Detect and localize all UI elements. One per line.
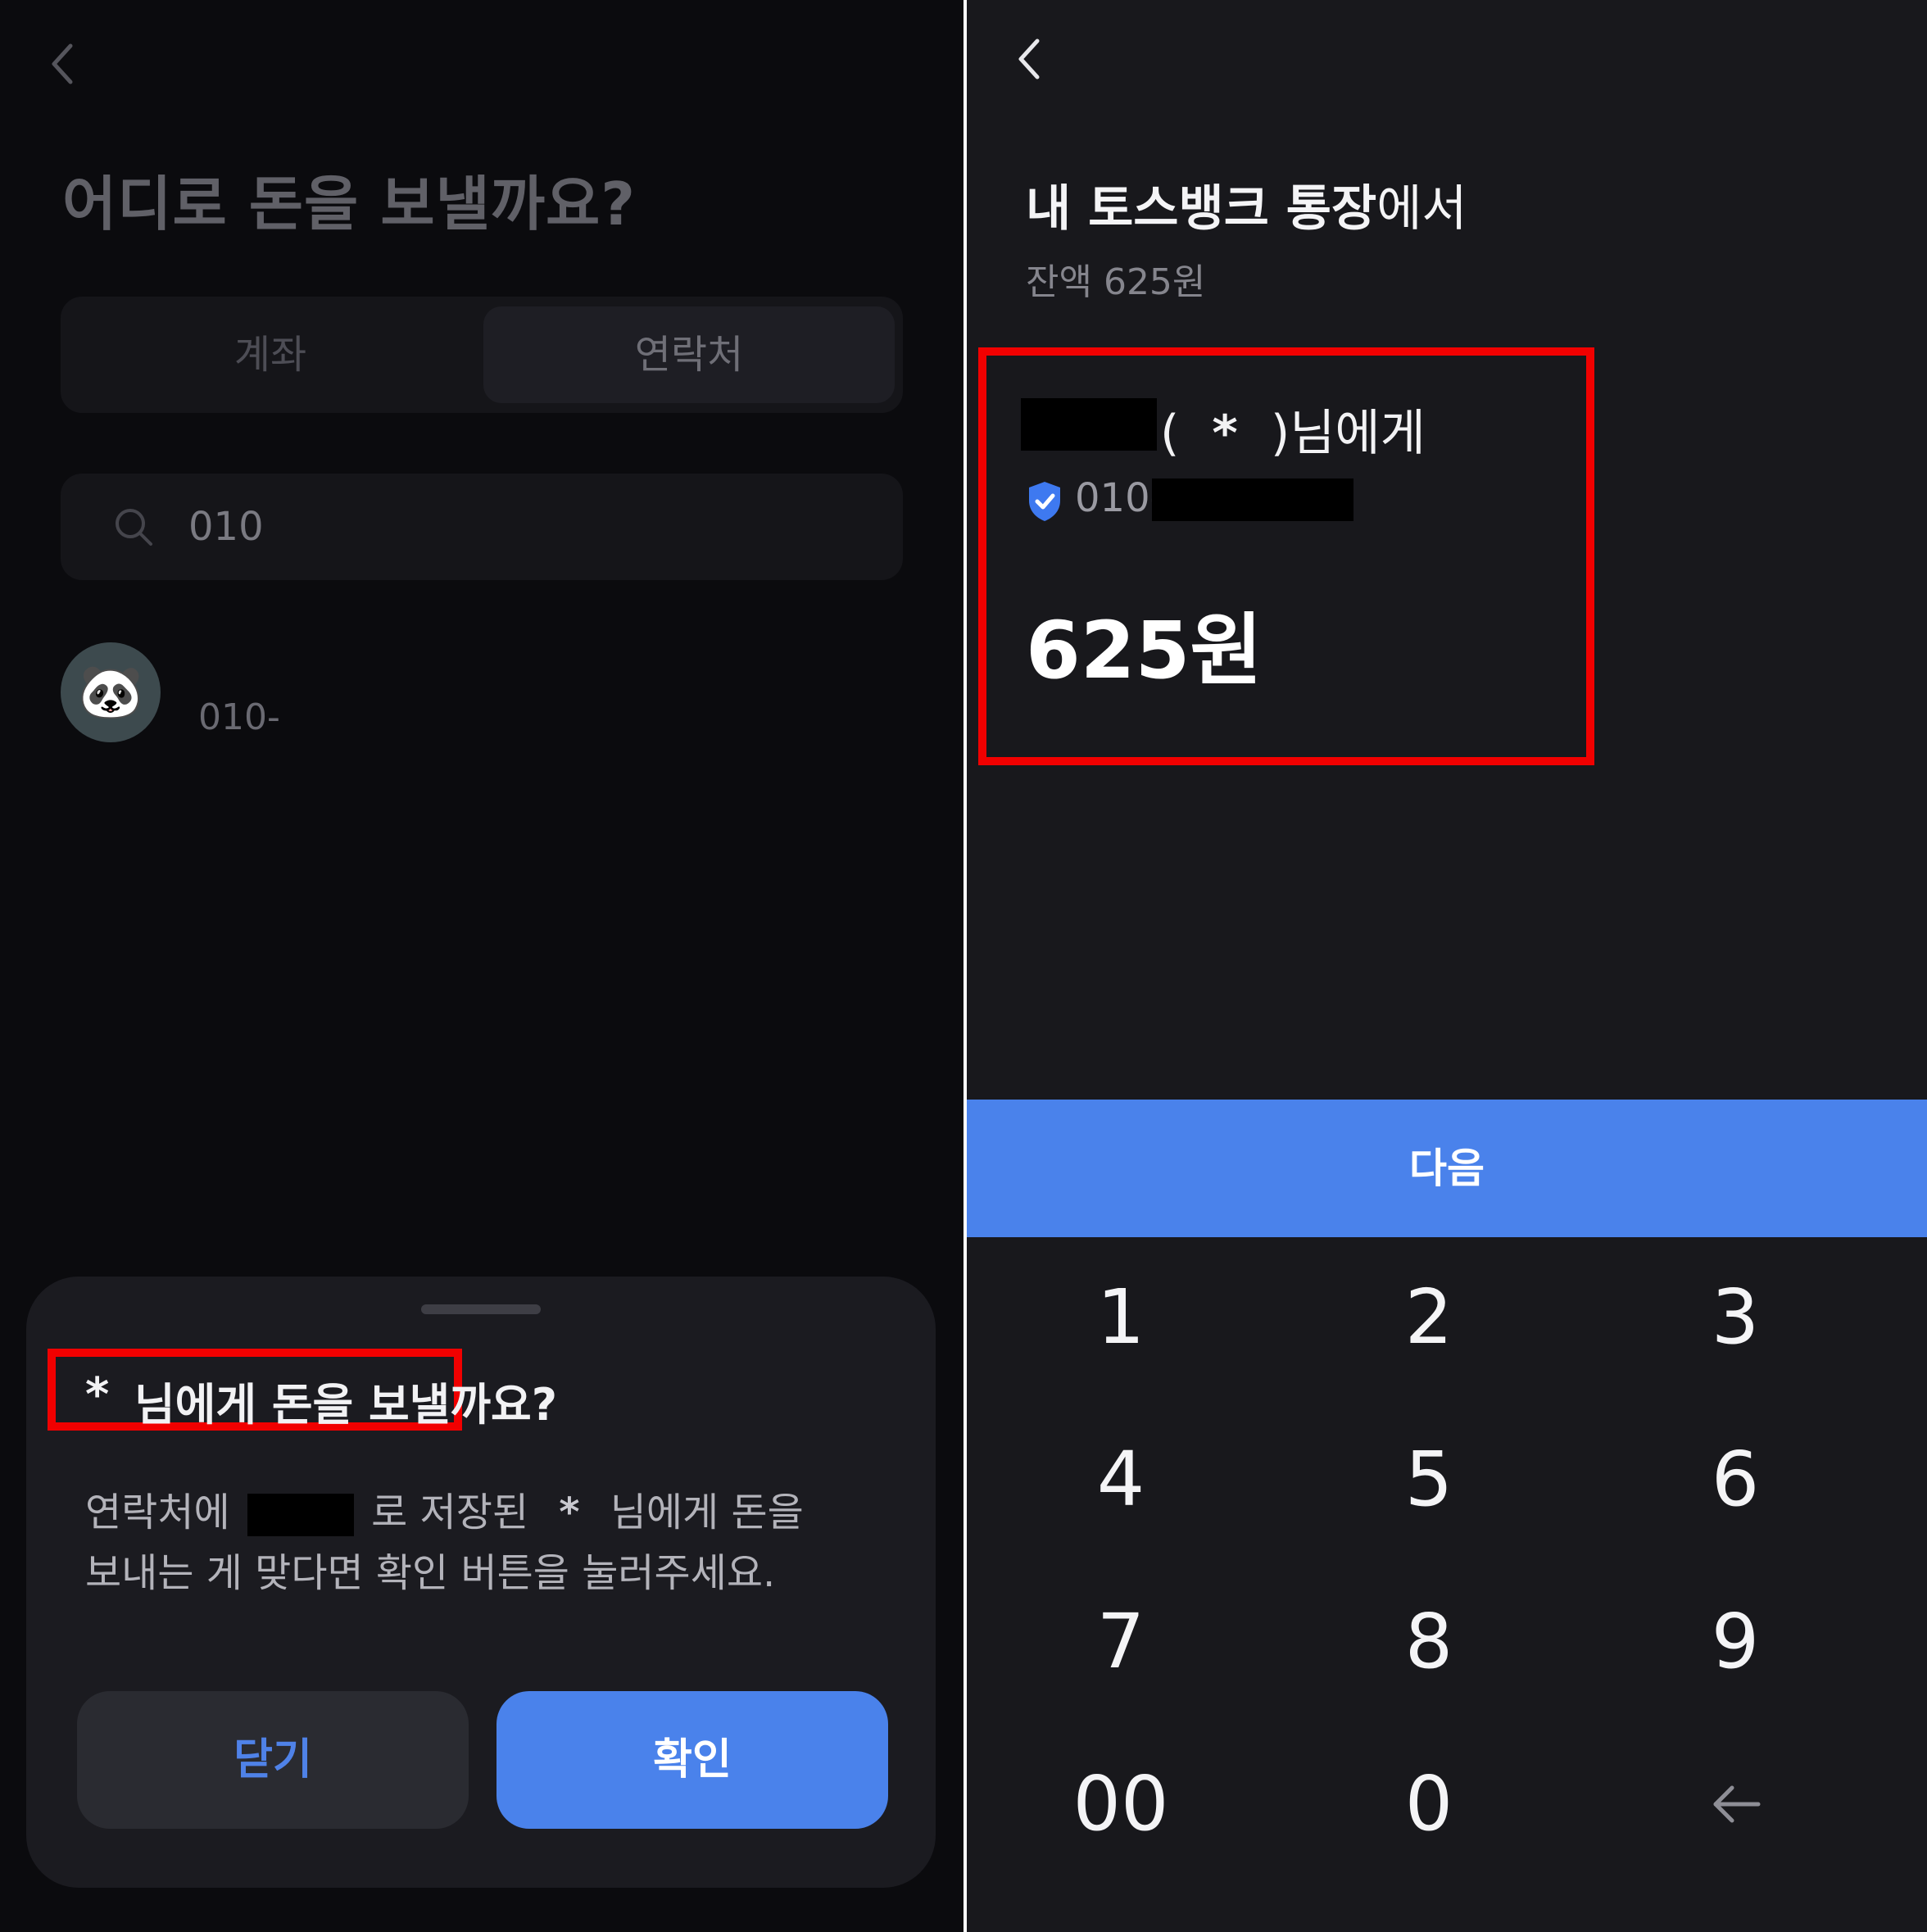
tab-switcher: 계좌 연락처	[61, 297, 903, 413]
search-icon	[113, 506, 156, 549]
redacted-bar	[1021, 398, 1157, 451]
keypad-key-6[interactable]: 6	[1581, 1406, 1889, 1553]
backspace-arrow-icon	[1711, 1780, 1763, 1829]
keypad-key-4[interactable]: 4	[967, 1406, 1275, 1553]
left-screen: 어디로 돈을 보낼까요? 계좌 연락처 010 🐼 010- * 님에게 돈을 …	[0, 0, 964, 1932]
back-chevron-icon[interactable]	[46, 39, 79, 88]
recipient-suffix: )님에게	[1270, 405, 1426, 462]
search-value: 010	[188, 504, 264, 550]
keypad-key-0[interactable]: 0	[1275, 1730, 1583, 1878]
search-input[interactable]: 010	[61, 474, 903, 580]
title-suffix: 에서	[1376, 180, 1467, 238]
masked-name-star: *	[1212, 405, 1238, 462]
backspace-key[interactable]	[1581, 1730, 1889, 1878]
keypad-key-3[interactable]: 3	[1581, 1244, 1889, 1391]
next-button[interactable]: 다음	[967, 1100, 1927, 1237]
right-screen: 내 토스뱅크 통장에서 잔액 625원 (*)님에게 010- 625원 다음 …	[967, 0, 1927, 1932]
keypad-key-8[interactable]: 8	[1275, 1568, 1583, 1716]
contact-phone[interactable]: 010-	[198, 696, 280, 738]
amount-value: 625원	[1026, 605, 1263, 696]
sheet-title: 님에게 돈을 보낼까요?	[134, 1379, 558, 1431]
drag-handle[interactable]	[421, 1304, 541, 1314]
keypad-key-5[interactable]: 5	[1275, 1406, 1583, 1553]
tab-account[interactable]: 계좌	[61, 297, 480, 413]
source-account-title: 내 토스뱅크 통장에서	[1026, 169, 1467, 240]
keypad-key-2[interactable]: 2	[1275, 1244, 1583, 1391]
balance-text: 잔액 625원	[1026, 261, 1206, 303]
keypad-key-9[interactable]: 9	[1581, 1568, 1889, 1716]
desc-text: 로 저장된	[371, 1490, 529, 1535]
recipient-phone: 010-	[1075, 475, 1164, 521]
sheet-description-line1: 연락처에 로 저장된 * 님에게 돈을	[85, 1480, 804, 1537]
recipient-label: ( * )님에게	[1160, 393, 1426, 465]
masked-name-star: *	[559, 1490, 580, 1535]
keypad-key-7[interactable]: 7	[967, 1568, 1275, 1716]
verified-shield-icon	[1026, 480, 1063, 523]
back-chevron-icon[interactable]	[1013, 34, 1045, 84]
sheet-description-line2: 보내는 게 맞다면 확인 버튼을 눌러주세요.	[85, 1550, 776, 1596]
desc-text: 님에게 돈을	[610, 1490, 804, 1535]
confirm-bottom-sheet: * 님에게 돈을 보낼까요? 연락처에 로 저장된 * 님에게 돈을 보내는 게…	[26, 1277, 936, 1888]
keypad-key-1[interactable]: 1	[967, 1244, 1275, 1391]
masked-name-star: *	[85, 1368, 110, 1422]
desc-text: 연락처에	[85, 1490, 230, 1535]
keypad-key-00[interactable]: 00	[967, 1730, 1275, 1878]
close-button[interactable]: 닫기	[77, 1691, 469, 1829]
redacted-bar	[1152, 478, 1353, 521]
page-title: 어디로 돈을 보낼까요?	[62, 170, 637, 238]
confirm-button[interactable]: 확인	[496, 1691, 888, 1829]
account-name: 내 토스뱅크 통장	[1026, 180, 1377, 238]
tab-contacts[interactable]: 연락처	[483, 306, 895, 403]
paren-open: (	[1160, 405, 1180, 462]
avatar: 🐼	[61, 642, 161, 742]
redacted-bar	[247, 1494, 354, 1536]
